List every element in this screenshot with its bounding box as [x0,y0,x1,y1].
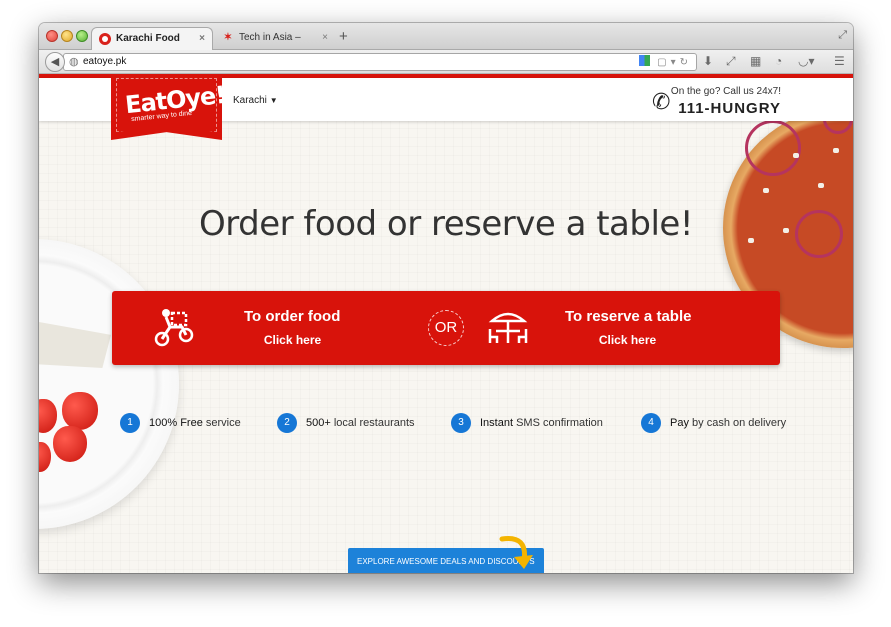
feature-number: 3 [451,413,471,433]
feature-detail: service [202,417,241,429]
webpage: Karachi ▼ ✆ On the go? Call us 24x7! 111… [39,74,853,573]
back-button[interactable]: ◀ [45,52,65,72]
google-icon[interactable] [639,55,651,66]
cheese-topping [793,153,799,158]
scooter-delivery-icon [154,309,194,347]
feature-number: 4 [641,413,661,433]
city-label: Karachi [233,95,267,106]
phone-icon: ✆ [652,89,671,114]
rss-icon[interactable]: ◔ [775,54,782,68]
call-prompt: On the go? Call us 24x7! [670,86,781,97]
menu-icon[interactable]: ☰ [834,54,845,68]
url-bar-actions: ▢▾↻ [639,55,692,68]
new-tab-button[interactable]: + [339,28,348,46]
feature-highlight: Instant [480,417,514,429]
onion-topping [745,120,801,176]
reload-icon[interactable]: ↻ [680,57,692,68]
feature-highlight: Pay [670,417,689,429]
navigation-bar: ◍ eatoye.pk ▢▾↻ ◀ ⬇ ⤢ ▦ ◔ ◡▾ ☰ [39,50,853,74]
feature-detail: by cash on delivery [688,417,787,429]
feature-highlight: 500+ [306,417,331,429]
expand-icon[interactable]: ⤢ [726,54,736,69]
feature-text: Pay by cash on delivery [670,417,786,429]
or-badge: OR [428,310,464,346]
order-food-button[interactable]: To order food Click here [112,291,422,365]
minimize-window-button[interactable] [61,30,73,42]
feature-detail: SMS confirmation [513,417,603,429]
browser-window: Karachi Food Deliv... × ✶ Tech in Asia –… [39,23,853,573]
techinasia-favicon-icon: ✶ [223,32,233,43]
pocket-menu-icon[interactable]: ◡▾ [798,54,815,68]
table-umbrella-icon [488,312,528,343]
cheese-topping [763,188,769,193]
globe-icon: ◍ [69,56,79,68]
tab-techinasia[interactable]: ✶ Tech in Asia – Asia... × [215,27,335,65]
url-bar[interactable]: ◍ eatoye.pk ▢▾↻ [63,53,697,71]
tab-eatoye[interactable]: Karachi Food Deliv... × [91,27,213,66]
feature-number: 1 [120,413,140,433]
tab-close-icon[interactable]: × [322,27,328,49]
cheese-topping [818,183,824,188]
reserve-table-button[interactable]: To reserve a table Click here [472,291,780,365]
dropdown-icon[interactable]: ▾ [671,57,680,68]
caret-down-icon: ▼ [269,96,278,105]
feature-list: 1 100% Free service 2 500+ local restaur… [39,413,853,435]
pocket-icon[interactable]: ▢ [657,57,670,68]
reserve-table-title: To reserve a table [565,308,692,325]
url-text[interactable]: eatoye.pk [83,56,126,67]
tab-close-icon[interactable]: × [199,28,205,50]
grid-icon[interactable]: ▦ [750,54,761,68]
feature-number: 2 [277,413,297,433]
order-food-action: Click here [263,333,322,347]
feature-text: 500+ local restaurants [306,417,415,429]
curved-arrow-icon [499,535,533,569]
hero-heading: Order food or reserve a table! [199,204,693,244]
phone-number[interactable]: 111-HUNGRY [678,100,781,117]
feature-highlight: 100% Free [149,417,203,429]
feature-text: 100% Free service [149,417,241,429]
eatoye-favicon-icon [99,33,111,45]
zoom-window-button[interactable] [76,30,88,42]
city-dropdown[interactable]: Karachi ▼ [233,95,278,106]
download-icon[interactable]: ⬇ [703,54,713,68]
site-logo[interactable]: EatOye! smarter way to dine [111,74,222,140]
cta-bar: To order food Click here OR To reserve a… [112,291,780,365]
close-window-button[interactable] [46,30,58,42]
order-food-title: To order food [244,308,341,325]
tab-bar: Karachi Food Deliv... × ✶ Tech in Asia –… [39,23,853,66]
fullscreen-icon[interactable]: ⤢ [838,29,847,42]
cheese-topping [833,148,839,153]
reserve-table-action: Click here [598,333,657,347]
feature-detail: local restaurants [330,417,415,429]
feature-text: Instant SMS confirmation [480,417,603,429]
